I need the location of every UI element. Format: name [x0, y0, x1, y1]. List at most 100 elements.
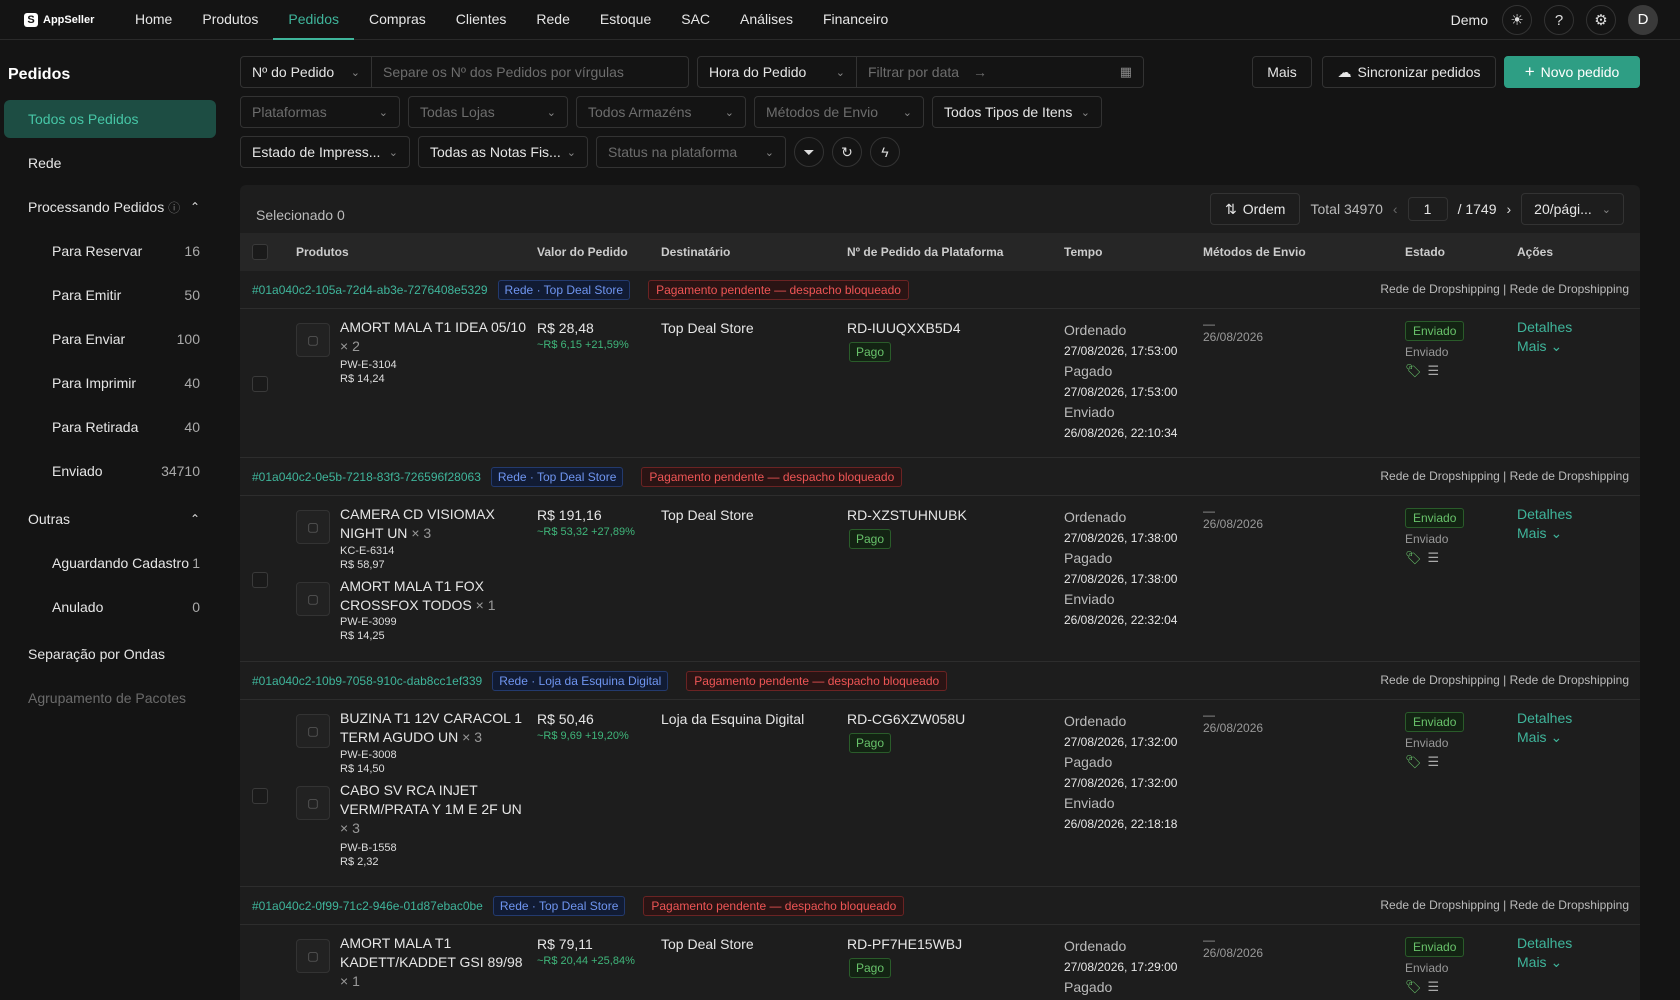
more-actions-link[interactable]: Mais ⌄: [1517, 337, 1572, 356]
order-id-link[interactable]: #01a040c2-0f99-71c2-946e-01d87ebac0be: [252, 899, 483, 913]
date-range-input[interactable]: Filtrar por data → ▦: [856, 56, 1144, 88]
order-id-link[interactable]: #01a040c2-0e5b-7218-83f3-726596f28063: [252, 470, 481, 484]
product-name[interactable]: AMORT MALA T1 KADETT/KADDET GSI 89/98 × …: [340, 934, 530, 991]
col-destinatario[interactable]: Destinatário: [661, 245, 730, 259]
order-checkbox[interactable]: [252, 788, 268, 804]
nav-rede[interactable]: Rede: [521, 0, 584, 40]
platform-order-no[interactable]: RD-XZSTUHNUBK: [847, 507, 967, 523]
order-time-select[interactable]: Hora do Pedido ⌄: [697, 56, 857, 88]
sidebar-item-para-imprimir[interactable]: Para Imprimir 40: [4, 364, 216, 402]
ship-methods-select[interactable]: Métodos de Envio ⌄: [754, 96, 924, 128]
details-link[interactable]: Detalhes: [1517, 934, 1572, 953]
platform-order-no[interactable]: RD-CG6XZW058U: [847, 711, 965, 727]
warehouses-select[interactable]: Todos Armazéns ⌄: [576, 96, 746, 128]
settings-gear-icon[interactable]: ⚙: [1586, 5, 1616, 35]
stores-select[interactable]: Todas Lojas ⌄: [408, 96, 568, 128]
sidebar-item-enviado[interactable]: Enviado 34710: [4, 452, 216, 490]
list-icon[interactable]: ☰: [1428, 363, 1440, 378]
prev-page-icon[interactable]: ‹: [1393, 201, 1398, 217]
nav-estoque[interactable]: Estoque: [585, 0, 666, 40]
app-logo[interactable]: S AppSeller: [0, 12, 120, 27]
sidebar-item-para-enviar[interactable]: Para Enviar 100: [4, 320, 216, 358]
nav-financeiro[interactable]: Financeiro: [808, 0, 903, 40]
product-name[interactable]: AMORT MALA T1 IDEA 05/10 × 2: [340, 318, 530, 356]
col-acoes[interactable]: Ações: [1517, 245, 1553, 259]
col-estado[interactable]: Estado: [1405, 245, 1445, 259]
more-actions-link[interactable]: Mais ⌄: [1517, 524, 1572, 543]
next-page-icon[interactable]: ›: [1507, 201, 1512, 217]
refresh-icon[interactable]: ↻: [832, 137, 862, 167]
details-link[interactable]: Detalhes: [1517, 709, 1572, 728]
sidebar-item-para-reservar[interactable]: Para Reservar 16: [4, 232, 216, 270]
select-all-checkbox[interactable]: [252, 244, 268, 260]
list-icon[interactable]: ☰: [1428, 550, 1440, 565]
tag-icon[interactable]: 🏷: [1405, 550, 1422, 565]
sidebar-item-all-orders[interactable]: Todos os Pedidos: [4, 100, 216, 138]
sidebar-item-waves[interactable]: Separação por Ondas: [4, 635, 216, 673]
col-valor[interactable]: Valor do Pedido: [537, 245, 628, 259]
product-name[interactable]: CABO SV RCA INJET VERM/PRATA Y 1M E 2F U…: [340, 781, 526, 838]
more-actions-link[interactable]: Mais ⌄: [1517, 728, 1572, 747]
invoices-select[interactable]: Todas as Notas Fis... ⌄: [418, 136, 588, 168]
platforms-select[interactable]: Plataformas ⌄: [240, 96, 400, 128]
filter-funnel-icon[interactable]: ⏷: [794, 137, 824, 167]
sidebar-item-para-emitir[interactable]: Para Emitir 50: [4, 276, 216, 314]
col-produtos[interactable]: Produtos: [296, 245, 349, 259]
order-id-link[interactable]: #01a040c2-10b9-7058-910c-dab8cc1ef339: [252, 674, 482, 688]
lightning-icon[interactable]: ϟ: [870, 137, 900, 167]
order-checkbox[interactable]: [252, 376, 268, 392]
col-platform-no[interactable]: Nº de Pedido da Plataforma: [847, 245, 1003, 259]
avatar[interactable]: D: [1628, 5, 1658, 35]
paid-tag: Pago: [849, 958, 892, 978]
ship-network: Rede de Dropshipping | Rede de Dropshipp…: [1380, 898, 1629, 912]
order-id-link[interactable]: #01a040c2-105a-72d4-ab3e-7276408e5329: [252, 283, 488, 297]
sidebar-item-para-retirada[interactable]: Para Retirada 40: [4, 408, 216, 446]
more-filters-button[interactable]: Mais: [1252, 56, 1312, 88]
sidebar-item-rede[interactable]: Rede: [4, 144, 216, 182]
product-image-icon: ▢: [296, 939, 330, 973]
platform-order-no[interactable]: RD-PF7HE15WBJ: [847, 936, 962, 952]
product-name[interactable]: CAMERA CD VISIOMAX NIGHT UN × 3: [340, 505, 530, 543]
sidebar-group-outras[interactable]: Outras ⌃: [4, 500, 216, 538]
tag-icon[interactable]: 🏷: [1405, 979, 1422, 994]
list-icon[interactable]: ☰: [1428, 979, 1440, 994]
order-number-select[interactable]: Nº do Pedido ⌄: [240, 56, 372, 88]
page-input[interactable]: 1: [1407, 197, 1448, 221]
details-link[interactable]: Detalhes: [1517, 505, 1572, 524]
sidebar-item-aguardando-cadastro[interactable]: Aguardando Cadastro 1: [4, 544, 216, 582]
platform-order-no[interactable]: RD-IUUQXXB5D4: [847, 320, 961, 336]
order-checkbox[interactable]: [252, 572, 268, 588]
tag-icon[interactable]: 🏷: [1405, 363, 1422, 378]
theme-sun-icon[interactable]: ☀: [1502, 5, 1532, 35]
chevron-up-icon: ⌃: [189, 512, 200, 526]
sort-order-button[interactable]: ⇅ Ordem: [1209, 193, 1301, 225]
sync-orders-button[interactable]: ☁ Sincronizar pedidos: [1322, 56, 1496, 88]
sidebar-group-processing[interactable]: Processando Pedidos ⓘ ⌃: [4, 188, 216, 226]
nav-pedidos[interactable]: Pedidos: [273, 0, 354, 40]
sidebar-item-anulado[interactable]: Anulado 0: [4, 588, 216, 626]
tag-icon[interactable]: 🏷: [1405, 754, 1422, 769]
help-icon[interactable]: ?: [1544, 5, 1574, 35]
product-name[interactable]: AMORT MALA T1 FOX CROSSFOX TODOS × 1: [340, 577, 530, 615]
page-size-select[interactable]: 20/pági... ⌄: [1521, 193, 1624, 225]
nav-clientes[interactable]: Clientes: [441, 0, 522, 40]
nav-produtos[interactable]: Produtos: [187, 0, 273, 40]
nav-home[interactable]: Home: [120, 0, 187, 40]
print-state-select[interactable]: Estado de Impress... ⌄: [240, 136, 410, 168]
more-actions-link[interactable]: Mais ⌄: [1517, 953, 1572, 972]
platform-status-select[interactable]: Status na plataforma ⌄: [596, 136, 786, 168]
list-icon[interactable]: ☰: [1428, 754, 1440, 769]
user-name[interactable]: Demo: [1451, 12, 1488, 28]
nav-compras[interactable]: Compras: [354, 0, 441, 40]
col-ship-methods[interactable]: Métodos de Envio: [1203, 245, 1306, 259]
chevron-down-icon: ⌄: [566, 146, 576, 159]
nav-analises[interactable]: Análises: [725, 0, 808, 40]
new-order-button[interactable]: + Novo pedido: [1504, 56, 1640, 88]
sidebar-item-grouping[interactable]: Agrupamento de Pacotes: [4, 679, 216, 717]
details-link[interactable]: Detalhes: [1517, 318, 1572, 337]
product-name[interactable]: BUZINA T1 12V CARACOL 1 TERM AGUDO UN × …: [340, 709, 530, 747]
item-types-select[interactable]: Todos Tipos de Itens ⌄: [932, 96, 1102, 128]
col-tempo[interactable]: Tempo: [1064, 245, 1102, 259]
nav-sac[interactable]: SAC: [666, 0, 725, 40]
order-number-input[interactable]: Separe os Nº dos Pedidos por vírgulas: [371, 56, 689, 88]
